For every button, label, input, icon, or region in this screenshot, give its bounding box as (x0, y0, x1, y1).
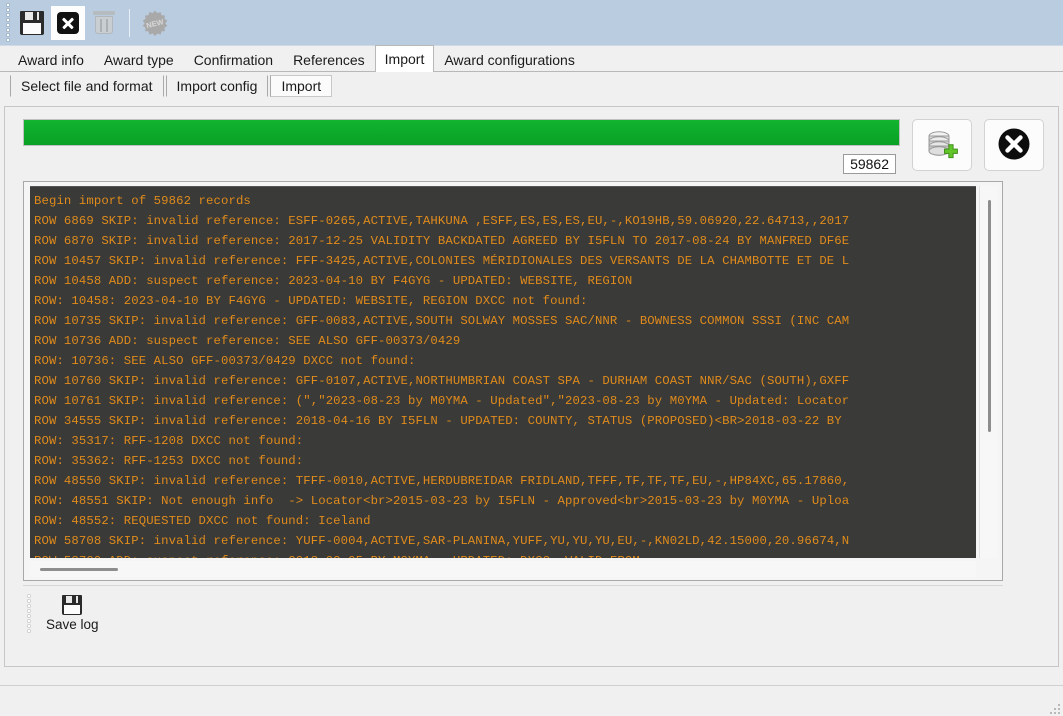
import-log-container: Begin import of 59862 records ROW 6869 S… (23, 181, 1003, 581)
subtab-import[interactable]: Import (270, 75, 333, 97)
progress-bar-fill (24, 120, 899, 145)
secondary-tabstrip: Select file and format Import config Imp… (0, 72, 1063, 100)
close-button[interactable] (51, 5, 85, 40)
tab-label: Confirmation (193, 51, 274, 68)
import-log-viewport[interactable]: Begin import of 59862 records ROW 6869 S… (30, 186, 976, 558)
scrollbar-thumb[interactable] (988, 200, 991, 432)
status-bar (0, 685, 1063, 716)
log-horizontal-scrollbar[interactable] (30, 561, 976, 577)
tab-import[interactable]: Import (374, 45, 435, 72)
database-add-icon (925, 127, 959, 164)
floppy-disk-icon (62, 595, 83, 615)
new-button: NEW (138, 6, 172, 40)
toolbar-drag-grip[interactable] (4, 3, 12, 43)
subtab-import-config[interactable]: Import config (165, 75, 269, 97)
new-badge-icon: NEW (141, 9, 169, 37)
record-count-field[interactable]: 59862 (843, 154, 896, 174)
main-toolbar: NEW (0, 0, 1063, 46)
tab-confirmation[interactable]: Confirmation (183, 47, 284, 71)
tab-award-info[interactable]: Award info (8, 47, 94, 71)
cancel-circle-x-icon (996, 126, 1032, 165)
import-panel: 59862 Begin import of 59862 records ROW … (4, 106, 1059, 667)
import-to-database-button[interactable] (912, 119, 972, 171)
progress-area: 59862 (23, 119, 900, 174)
import-log-text: Begin import of 59862 records ROW 6869 S… (34, 194, 850, 558)
delete-button (87, 6, 121, 40)
log-actions-bar: Save log (23, 585, 1003, 641)
subtab-label: Import config (176, 78, 258, 94)
save-log-button[interactable]: Save log (39, 592, 106, 635)
subtab-label: Select file and format (21, 78, 153, 94)
tab-label: Award info (18, 51, 84, 68)
toolbar-separator (129, 8, 130, 37)
scrollbar-thumb[interactable] (40, 568, 118, 571)
trash-icon (93, 10, 115, 35)
log-vertical-scrollbar[interactable] (979, 186, 998, 558)
count-row: 59862 (23, 146, 900, 174)
save-log-label: Save log (46, 617, 99, 632)
progress-row: 59862 (5, 107, 1058, 174)
save-button[interactable] (15, 6, 49, 40)
close-x-icon (57, 11, 79, 34)
tab-label: Award type (103, 51, 174, 68)
subtab-select-file-and-format[interactable]: Select file and format (10, 75, 164, 97)
tab-label: Import (384, 51, 425, 67)
floppy-disk-icon (20, 10, 44, 35)
tab-award-type[interactable]: Award type (93, 47, 184, 71)
tab-references[interactable]: References (283, 47, 375, 71)
log-toolbar-drag-grip[interactable] (25, 592, 33, 636)
tab-label: References (293, 51, 365, 68)
primary-tabstrip: Award info Award type Confirmation Refer… (0, 45, 1063, 72)
tab-award-configurations[interactable]: Award configurations (434, 47, 585, 71)
tab-label: Award configurations (444, 51, 575, 68)
cancel-button[interactable] (984, 119, 1044, 171)
window-resize-grip[interactable] (1046, 700, 1060, 714)
subtab-label: Import (281, 78, 322, 94)
import-progress-bar (23, 119, 900, 146)
